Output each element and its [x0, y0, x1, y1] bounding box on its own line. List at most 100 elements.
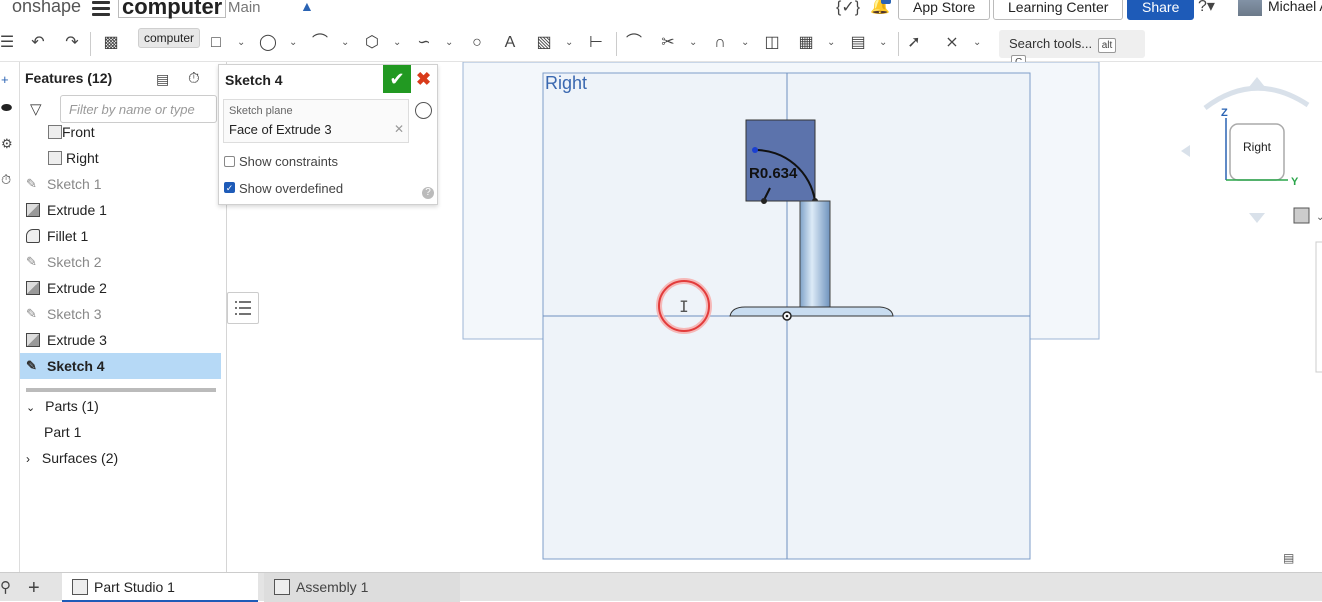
dxf-import-icon[interactable]: ▤ — [847, 32, 869, 54]
versions-icon[interactable]: {✓} — [836, 0, 860, 17]
feature-item-sketch-3[interactable]: ✎ Sketch 3 — [20, 301, 227, 327]
axis-y-label: Y — [1291, 176, 1299, 188]
intersect-icon[interactable]: ⨯ — [941, 32, 963, 54]
filter-icon[interactable]: ▽ — [30, 100, 42, 118]
user-name[interactable]: Michael A — [1268, 0, 1322, 14]
feature-item-extrude-3[interactable]: Extrude 3 — [20, 327, 227, 353]
feature-item-extrude-2[interactable]: Extrude 2 — [20, 275, 227, 301]
parts-group[interactable]: ⌄ Parts (1) — [26, 393, 99, 419]
tab-label: Assembly 1 — [296, 579, 369, 595]
sketch-plane-value: Face of Extrude 3 — [229, 122, 332, 137]
show-constraints-checkbox[interactable] — [224, 156, 235, 167]
arc-icon[interactable]: ⌒ — [309, 32, 331, 54]
chevron-down-icon[interactable]: ⌄ — [341, 32, 351, 54]
help-icon[interactable]: ?▾ — [1198, 0, 1215, 16]
sketch-icon[interactable]: ▩ — [100, 32, 122, 54]
text-icon[interactable]: A — [499, 32, 521, 54]
dialog-title: Sketch 4 — [225, 72, 283, 88]
redo-icon[interactable]: ↷ — [61, 32, 83, 54]
help-icon[interactable]: ? — [422, 187, 434, 199]
view-cube-label[interactable]: Right — [1237, 140, 1277, 154]
plane-icon — [48, 151, 62, 165]
offset-icon[interactable]: ∩ — [709, 32, 731, 54]
tab-assembly-1[interactable]: Assembly 1 — [264, 573, 460, 602]
accept-check-icon[interactable]: ✔ — [383, 65, 411, 93]
variables-icon[interactable]: ⚙ — [1, 136, 13, 152]
show-overdefined-label: Show overdefined — [239, 181, 344, 196]
rectangle-icon[interactable]: □ — [205, 32, 227, 54]
clock-icon[interactable] — [415, 102, 432, 119]
close-icon[interactable]: ✖ — [416, 69, 431, 90]
feature-item-fillet-1[interactable]: Fillet 1 — [20, 223, 227, 249]
chevron-down-icon[interactable]: ⌄ — [741, 32, 751, 54]
point-icon[interactable]: ○ — [466, 32, 488, 54]
mirror-icon[interactable]: ◫ — [761, 32, 783, 54]
fillet-sketch-icon[interactable]: ⌒ — [623, 32, 645, 54]
dimension-icon[interactable]: ⊢ — [585, 32, 607, 54]
learning-center-button[interactable]: Learning Center — [993, 0, 1124, 20]
feature-item-right[interactable]: Right — [20, 145, 227, 171]
share-button[interactable]: Share — [1127, 0, 1195, 20]
oval-icon[interactable]: ⬬ — [1, 100, 12, 116]
radius-dimension[interactable]: R0.634 — [749, 165, 797, 182]
feature-label: Sketch 4 — [47, 358, 105, 374]
add-tab-button[interactable]: + — [28, 577, 40, 600]
notification-badge — [881, 0, 891, 4]
sketch-plane-field[interactable]: Sketch plane Face of Extrude 3 ✕ — [223, 99, 409, 143]
search-icon[interactable]: ⚲ — [0, 578, 11, 596]
feature-label: Extrude 1 — [47, 202, 107, 218]
feature-label: Extrude 3 — [47, 332, 107, 348]
add-folder-icon[interactable]: ▤ — [156, 71, 169, 88]
search-tools-input[interactable]: Search tools... alt C — [999, 30, 1145, 70]
svg-text:⌄: ⌄ — [1316, 212, 1322, 223]
view-label: Right — [545, 73, 588, 93]
surfaces-group[interactable]: › Surfaces (2) — [26, 445, 118, 471]
undo-icon[interactable]: ↶ — [27, 32, 49, 54]
chevron-down-icon[interactable]: ⌄ — [973, 32, 983, 54]
part-item[interactable]: Part 1 — [44, 419, 81, 445]
chevron-down-icon[interactable]: ⌄ — [565, 32, 575, 54]
trim-icon[interactable]: ✂ — [657, 32, 679, 54]
show-overdefined-checkbox[interactable]: ✓ — [224, 182, 235, 193]
use-icon[interactable]: ➚ — [903, 32, 925, 54]
rollback-timer-icon[interactable]: ⏱ — [188, 70, 200, 87]
chevron-down-icon[interactable]: ⌄ — [289, 32, 299, 54]
chevron-down-icon[interactable]: ⌄ — [879, 32, 889, 54]
graduation-cap-icon[interactable]: ▲ — [300, 0, 314, 14]
clear-icon[interactable]: ✕ — [394, 122, 404, 136]
chevron-down-icon[interactable]: ⌄ — [237, 32, 247, 54]
view-options-cube-icon — [1293, 207, 1310, 224]
menu-icon[interactable] — [92, 0, 110, 19]
chevron-down-icon[interactable]: ⌄ — [689, 32, 699, 54]
features-label: Features — [25, 70, 84, 86]
chevron-down-icon[interactable]: ⌄ — [445, 32, 455, 54]
feature-list-toggle-icon[interactable]: ☰ — [0, 32, 18, 54]
horizontal-scrollbar[interactable] — [26, 388, 216, 392]
render-mode-icon: ▤ — [1283, 551, 1294, 565]
feature-label: Right — [66, 150, 99, 166]
tab-part-studio-1[interactable]: Part Studio 1 — [62, 573, 258, 602]
feature-item-sketch-1[interactable]: ✎ Sketch 1 — [20, 171, 227, 197]
base-plate — [729, 306, 894, 317]
pattern-icon[interactable]: ▦ — [795, 32, 817, 54]
timer-icon[interactable]: ⏱ — [1, 172, 11, 188]
feature-item-sketch-4[interactable]: ✎ Sketch 4 — [20, 353, 221, 379]
features-title: Features (12) — [25, 70, 112, 86]
avatar[interactable] — [1238, 0, 1262, 16]
construction-icon[interactable]: ▧ — [533, 32, 555, 54]
left-tool-strip: + ⬬ ⚙ ⏱ — [0, 62, 20, 572]
feature-item-extrude-1[interactable]: Extrude 1 — [20, 197, 227, 223]
list-toggle-icon[interactable] — [227, 292, 259, 324]
feature-item-sketch-2[interactable]: ✎ Sketch 2 — [20, 249, 227, 275]
feature-item-front[interactable]: Front — [20, 119, 227, 145]
chevron-down-icon[interactable]: ⌄ — [827, 32, 837, 54]
polygon-icon[interactable]: ⬡ — [361, 32, 383, 54]
app-store-button[interactable]: App Store — [898, 0, 991, 20]
plus-icon[interactable]: + — [1, 72, 9, 87]
sketch-dialog: Sketch 4 ✔ ✖ Sketch plane Face of Extrud… — [218, 64, 438, 205]
chevron-down-icon[interactable]: ⌄ — [393, 32, 403, 54]
circle-icon[interactable]: ◯ — [257, 32, 279, 54]
document-name[interactable]: computer — [118, 0, 227, 19]
spline-icon[interactable]: ∽ — [413, 32, 435, 54]
onshape-logo[interactable]: onshape — [12, 0, 81, 17]
